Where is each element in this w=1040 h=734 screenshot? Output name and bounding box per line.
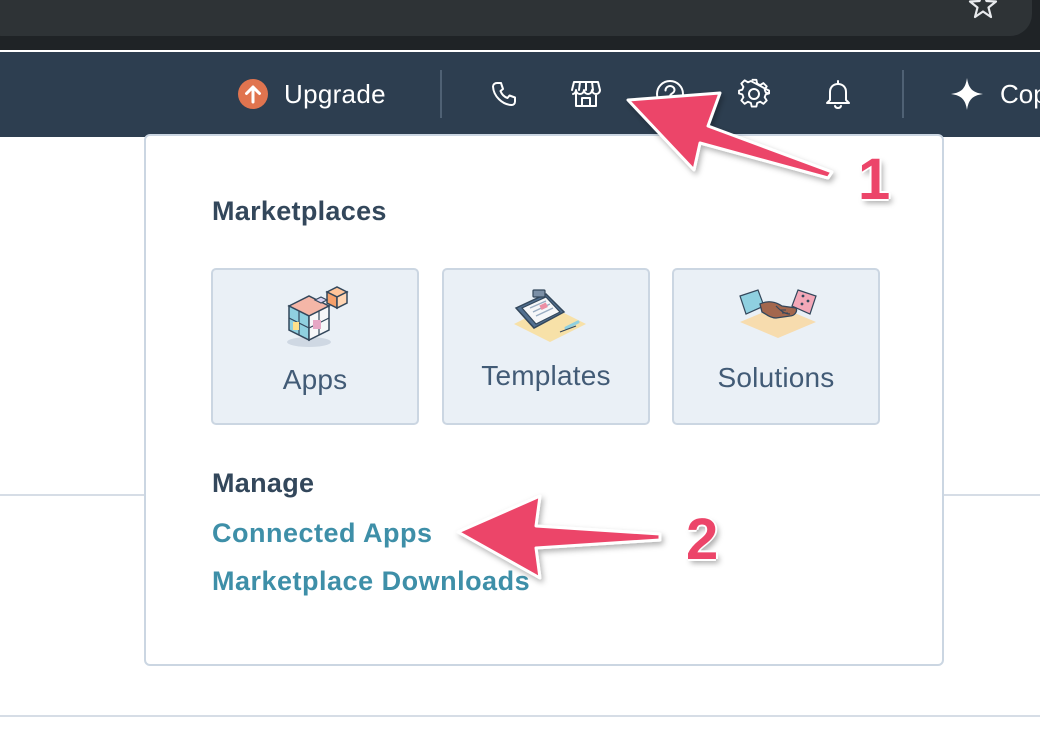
help-icon[interactable] [652, 76, 688, 112]
sparkle-icon [951, 78, 983, 110]
connected-apps-link[interactable]: Connected Apps [212, 518, 433, 549]
tile-apps-label: Apps [282, 364, 348, 395]
tile-solutions-label: Solutions [717, 362, 835, 393]
settings-icon[interactable] [736, 76, 772, 112]
manage-heading: Manage [212, 468, 315, 498]
bookmark-star-icon[interactable] [966, 0, 1000, 20]
upgrade-arrow-icon [238, 79, 268, 109]
templates-illustration [514, 289, 586, 342]
notifications-icon[interactable] [820, 76, 856, 112]
tile-apps[interactable]: Apps [211, 268, 419, 425]
nav-divider [440, 70, 442, 118]
copilot-button[interactable]: Copilot [950, 76, 1040, 112]
tile-solutions[interactable]: Solutions [672, 268, 880, 425]
solutions-illustration [739, 289, 817, 338]
page-divider [0, 715, 1040, 717]
phone-icon[interactable] [486, 76, 522, 112]
copilot-label: Copilot [1000, 78, 1040, 109]
tile-templates-label: Templates [481, 360, 611, 391]
nav-divider [902, 70, 904, 118]
address-bar[interactable] [0, 0, 1032, 36]
callout-number-2: 2 [686, 507, 719, 572]
apps-illustration [287, 286, 349, 347]
upgrade-label: Upgrade [284, 78, 386, 109]
top-navigation-bar: Upgrade Copilot [0, 52, 1040, 137]
browser-toolbar [0, 0, 1040, 50]
callout-number-1: 1 [858, 147, 891, 212]
upgrade-button[interactable]: Upgrade [238, 78, 386, 110]
marketplace-icon[interactable] [568, 76, 604, 112]
marketplaces-heading: Marketplaces [212, 196, 387, 226]
marketplace-dropdown: Marketplaces Apps Templates Solutions Ma… [144, 134, 944, 666]
page: Upgrade Copilot Marketplaces [0, 0, 1040, 734]
marketplace-downloads-link[interactable]: Marketplace Downloads [212, 566, 530, 597]
tile-templates[interactable]: Templates [442, 268, 650, 425]
